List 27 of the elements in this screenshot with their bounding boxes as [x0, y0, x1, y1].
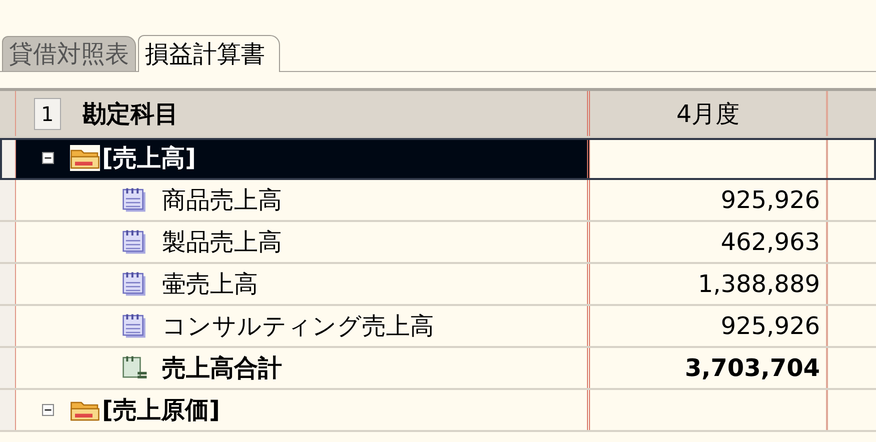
- sum-notepad-icon: [122, 355, 148, 381]
- row-number: 1: [34, 98, 61, 130]
- collapse-icon[interactable]: [42, 404, 54, 416]
- account-label: 商品売上高: [162, 185, 282, 216]
- group-label: [売上高]: [102, 143, 196, 174]
- group-row[interactable]: [売上原価]: [0, 390, 876, 432]
- amount-cell: 462,963: [590, 222, 828, 262]
- amount-cell: 925,926: [590, 180, 828, 220]
- group-label: [売上原価]: [102, 395, 220, 426]
- amount-cell: 925,926: [590, 306, 828, 346]
- column-header: 4月度: [590, 91, 828, 136]
- folder-icon: [70, 145, 100, 171]
- tab[interactable]: 損益計算書: [138, 35, 280, 72]
- notepad-icon: [122, 271, 148, 297]
- column-header: 勘定科目: [82, 98, 179, 130]
- account-label: 製品売上高: [162, 227, 282, 258]
- notepad-icon: [122, 229, 148, 255]
- amount-cell: 1,388,889: [590, 264, 828, 304]
- account-label: 壷売上高: [162, 269, 258, 300]
- account-label: 売上高合計: [162, 353, 282, 384]
- notepad-icon: [122, 187, 148, 213]
- account-label: コンサルティング売上高: [162, 311, 434, 342]
- amount-cell: 3,703,704: [590, 348, 828, 388]
- notepad-icon: [122, 313, 148, 339]
- tab[interactable]: 貸借対照表: [2, 36, 136, 71]
- collapse-icon[interactable]: [42, 152, 54, 164]
- row-header[interactable]: [0, 138, 16, 178]
